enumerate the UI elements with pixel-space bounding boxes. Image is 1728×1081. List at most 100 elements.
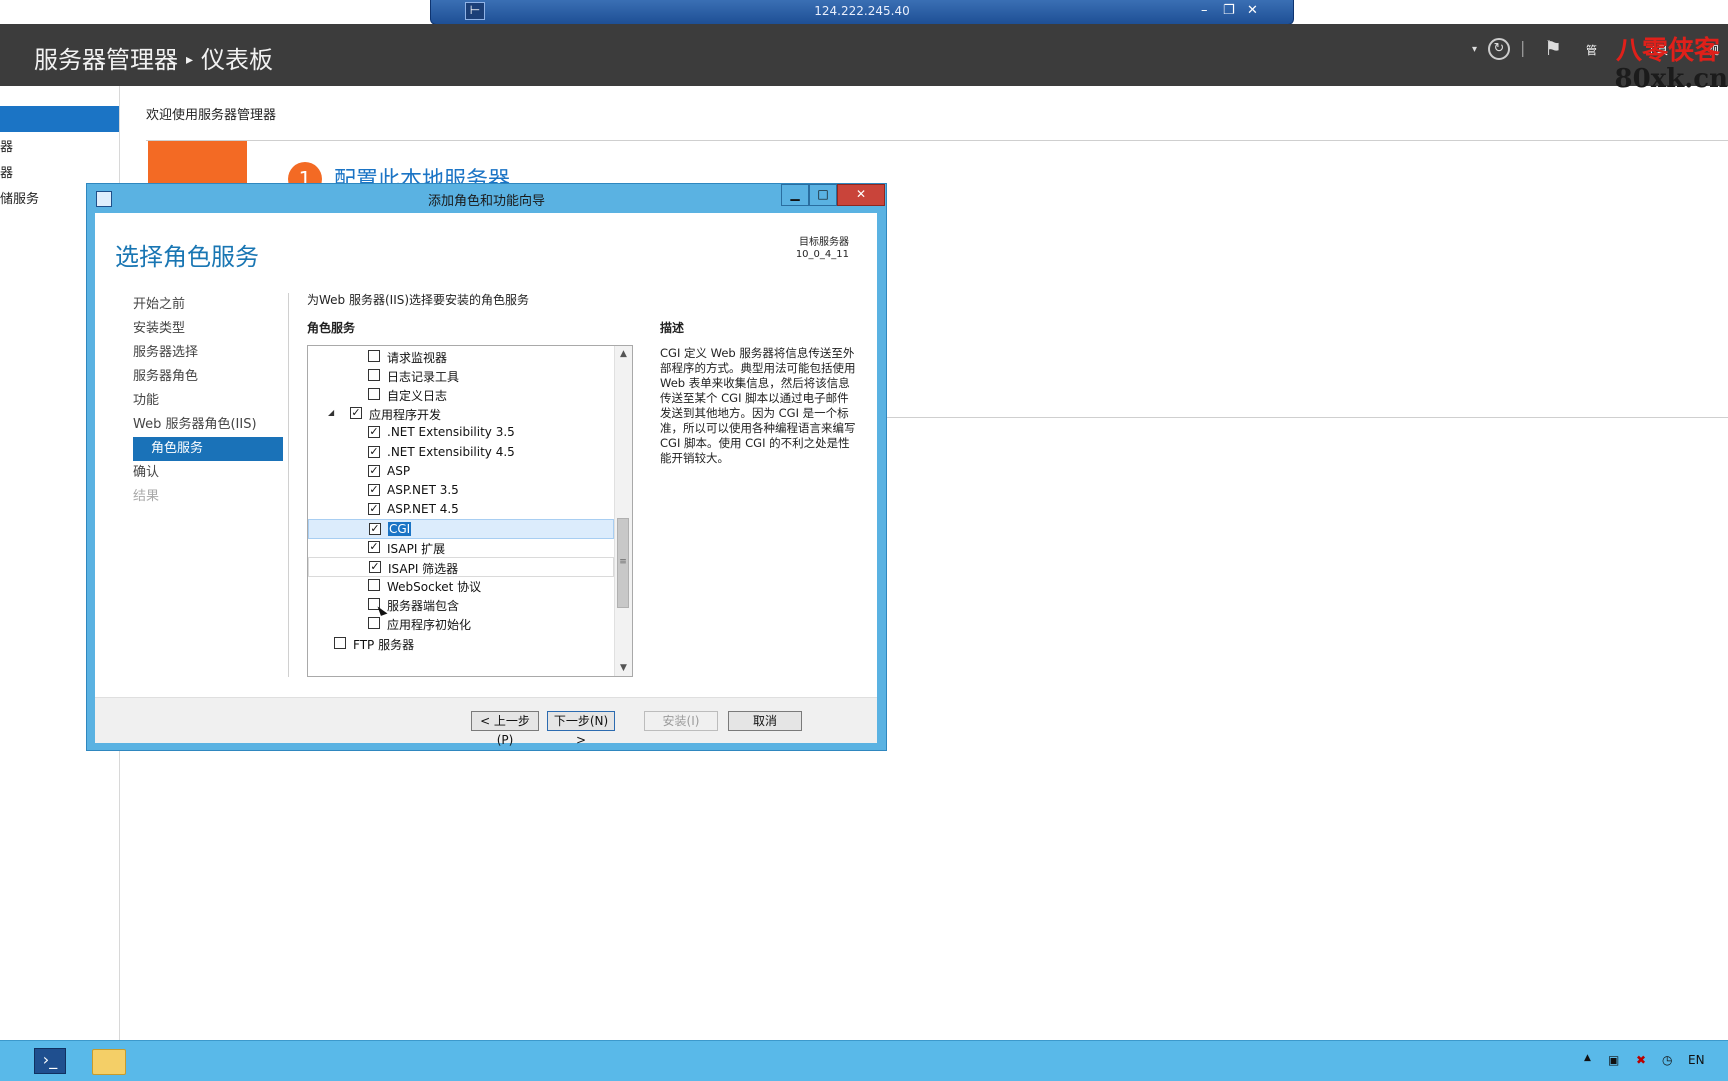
dialog-minimize-button[interactable]: ▁: [781, 184, 809, 206]
checkbox[interactable]: [368, 579, 380, 592]
taskbar: ›_ ▲ ▣ ✖ ◷ EN: [0, 1040, 1728, 1081]
dialog-titlebar[interactable]: 添加角色和功能向导 ▁ □ ✕: [87, 184, 886, 212]
tree-item-label: ASP: [387, 463, 411, 478]
tree-row[interactable]: ✓ ASP.NET 4.5: [308, 500, 614, 520]
target-server-value: 10_0_4_11: [795, 249, 849, 260]
checkbox[interactable]: [368, 617, 380, 630]
tree-row[interactable]: ✓ ASP.NET 3.5: [308, 481, 614, 501]
system-tray: ▲ ▣ ✖ ◷ EN: [1578, 1053, 1728, 1073]
scroll-up-icon[interactable]: ▲: [615, 346, 632, 362]
tree-scrollbar[interactable]: ▲ ≡ ▼: [614, 346, 632, 676]
powershell-icon[interactable]: ›_: [34, 1048, 66, 1074]
description-text: CGI 定义 Web 服务器将信息传送至外部程序的方式。典型用法可能包括使用 W…: [660, 346, 856, 465]
tree-row[interactable]: 自定义日志: [308, 385, 614, 405]
checkbox[interactable]: ✓: [368, 426, 380, 439]
tree-row[interactable]: ◢ ✓ 应用程序开发: [308, 404, 614, 424]
tree-item-label: 请求监视器: [387, 351, 448, 365]
divider: [886, 417, 1728, 418]
wizard-step-before-you-begin[interactable]: 开始之前: [119, 293, 283, 317]
role-services-tree[interactable]: FTP 服务器 应用程序初始化 服务器端包含 WebSocket 协议 ✓ ISAPI 筛…: [307, 345, 633, 677]
tree-item-label: 日志记录工具: [387, 370, 460, 385]
show-hidden-icons-icon[interactable]: ▲: [1584, 1053, 1591, 1063]
instruction-text: 为Web 服务器(IIS)选择要安装的角色服务: [307, 293, 530, 307]
cancel-button[interactable]: 取消: [728, 711, 802, 731]
wizard-steps-nav: 开始之前 安装类型 服务器选择 服务器角色 功能 Web 服务器角色(IIS) …: [119, 293, 283, 509]
wizard-step-server-selection[interactable]: 服务器选择: [119, 341, 283, 365]
watermark-logo: 八零侠客 80xk.cn: [1614, 36, 1728, 94]
checkbox[interactable]: ✓: [368, 483, 380, 496]
breadcrumb-separator-icon: ▸: [186, 52, 194, 68]
tree-row[interactable]: FTP 服务器: [308, 634, 614, 654]
tree-row[interactable]: ✓ .NET Extensibility 4.5: [308, 443, 614, 463]
toolbar-divider: |: [1520, 38, 1526, 57]
checkbox[interactable]: ✓: [368, 502, 380, 515]
sidebar-item-all-servers[interactable]: 器: [0, 162, 13, 181]
target-server-info: 目标服务器 10_0_4_11: [796, 237, 849, 261]
tree-row[interactable]: 服务器端包含: [308, 595, 614, 615]
network-icon[interactable]: ▣: [1608, 1053, 1619, 1067]
close-icon[interactable]: ✕: [1247, 3, 1258, 18]
wizard-step-features[interactable]: 功能: [119, 389, 283, 413]
tree-item-label: 应用程序初始化: [387, 618, 472, 633]
scroll-down-icon[interactable]: ▼: [615, 660, 632, 676]
dropdown-arrow-icon[interactable]: ▾: [1472, 44, 1477, 55]
checkbox[interactable]: [368, 369, 380, 382]
dialog-close-button[interactable]: ✕: [837, 184, 885, 206]
checkbox[interactable]: ✓: [350, 407, 362, 420]
tree-row[interactable]: WebSocket 协议: [308, 576, 614, 596]
restore-icon[interactable]: ❐: [1223, 3, 1235, 18]
server-manager-header: 服务器管理器 ▸ 仪表板 ▾ ↻ | ⚑ 管 工具 视 八零侠客 80xk.cn: [0, 24, 1728, 94]
refresh-icon[interactable]: ↻: [1488, 38, 1510, 60]
tree-row[interactable]: ✓ ASP: [308, 462, 614, 482]
sidebar-item-file-storage[interactable]: 储服务: [0, 188, 39, 207]
checkbox[interactable]: [368, 350, 380, 362]
breadcrumb-app[interactable]: 服务器管理器: [34, 46, 178, 74]
divider: [146, 140, 1728, 141]
wizard-step-role-services[interactable]: 角色服务: [133, 437, 283, 461]
file-explorer-icon[interactable]: [92, 1049, 126, 1075]
tree-item-label: .NET Extensibility 4.5: [387, 444, 515, 459]
checkbox[interactable]: ✓: [368, 541, 380, 553]
install-button: 安装(I): [644, 711, 718, 731]
checkbox[interactable]: ✓: [368, 464, 380, 477]
dialog-footer: < 上一步(P) 下一步(N) > 安装(I) 取消: [95, 697, 877, 747]
tree-item-label: ISAPI 扩展: [387, 542, 446, 556]
volume-muted-icon[interactable]: ✖: [1636, 1053, 1646, 1067]
checkbox[interactable]: ✓: [369, 522, 381, 535]
input-language[interactable]: EN: [1688, 1053, 1705, 1067]
tree-row[interactable]: ✓ ISAPI 筛选器: [308, 557, 614, 578]
checkbox[interactable]: ✓: [369, 561, 381, 574]
tree-row[interactable]: 日志记录工具: [308, 366, 614, 386]
tree-row[interactable]: ✓ CGI: [308, 518, 614, 539]
previous-button[interactable]: < 上一步(P): [471, 711, 539, 747]
expand-collapse-icon[interactable]: ◢: [328, 408, 334, 417]
wizard-step-server-roles[interactable]: 服务器角色: [119, 365, 283, 389]
wizard-step-results: 结果: [133, 489, 160, 504]
rdp-connection-bar: ⊢ 124.222.245.40 – ❐ ✕: [430, 0, 1294, 25]
wizard-step-confirmation[interactable]: 确认: [119, 461, 283, 485]
tree-item-label: WebSocket 协议: [387, 580, 482, 595]
minimize-icon[interactable]: –: [1201, 3, 1208, 18]
tree-row[interactable]: 应用程序初始化: [308, 614, 614, 634]
tree-item-label: 自定义日志: [387, 389, 448, 404]
scrollbar-thumb[interactable]: ≡: [617, 518, 629, 608]
sidebar-item-local-server[interactable]: 器: [0, 136, 13, 155]
tree-row[interactable]: ✓ ISAPI 扩展: [308, 538, 614, 558]
wizard-step-installation-type[interactable]: 安装类型: [119, 317, 283, 341]
tree-item-label: CGI: [388, 521, 412, 536]
tree-row[interactable]: 请求监视器: [308, 347, 614, 367]
tree-item-label: ASP.NET 4.5: [387, 501, 459, 516]
dialog-maximize-button[interactable]: □: [809, 184, 837, 206]
checkbox[interactable]: ✓: [368, 445, 380, 458]
tree-item-label: 应用程序开发: [369, 408, 442, 423]
clock-icon[interactable]: ◷: [1662, 1053, 1672, 1067]
sidebar-item-dashboard[interactable]: [0, 106, 119, 132]
breadcrumb: 服务器管理器 ▸ 仪表板: [34, 40, 273, 75]
next-button[interactable]: 下一步(N) >: [547, 711, 615, 747]
dialog-title: 添加角色和功能向导: [427, 194, 545, 209]
tree-row[interactable]: ✓ .NET Extensibility 3.5: [308, 423, 614, 443]
checkbox[interactable]: [368, 388, 380, 401]
dialog-client-area: 选择角色服务 目标服务器 10_0_4_11 开始之前 安装类型 服务器选择 服…: [95, 213, 877, 747]
wizard-step-web-server-role[interactable]: Web 服务器角色(IIS): [119, 413, 283, 437]
checkbox[interactable]: [334, 636, 346, 649]
